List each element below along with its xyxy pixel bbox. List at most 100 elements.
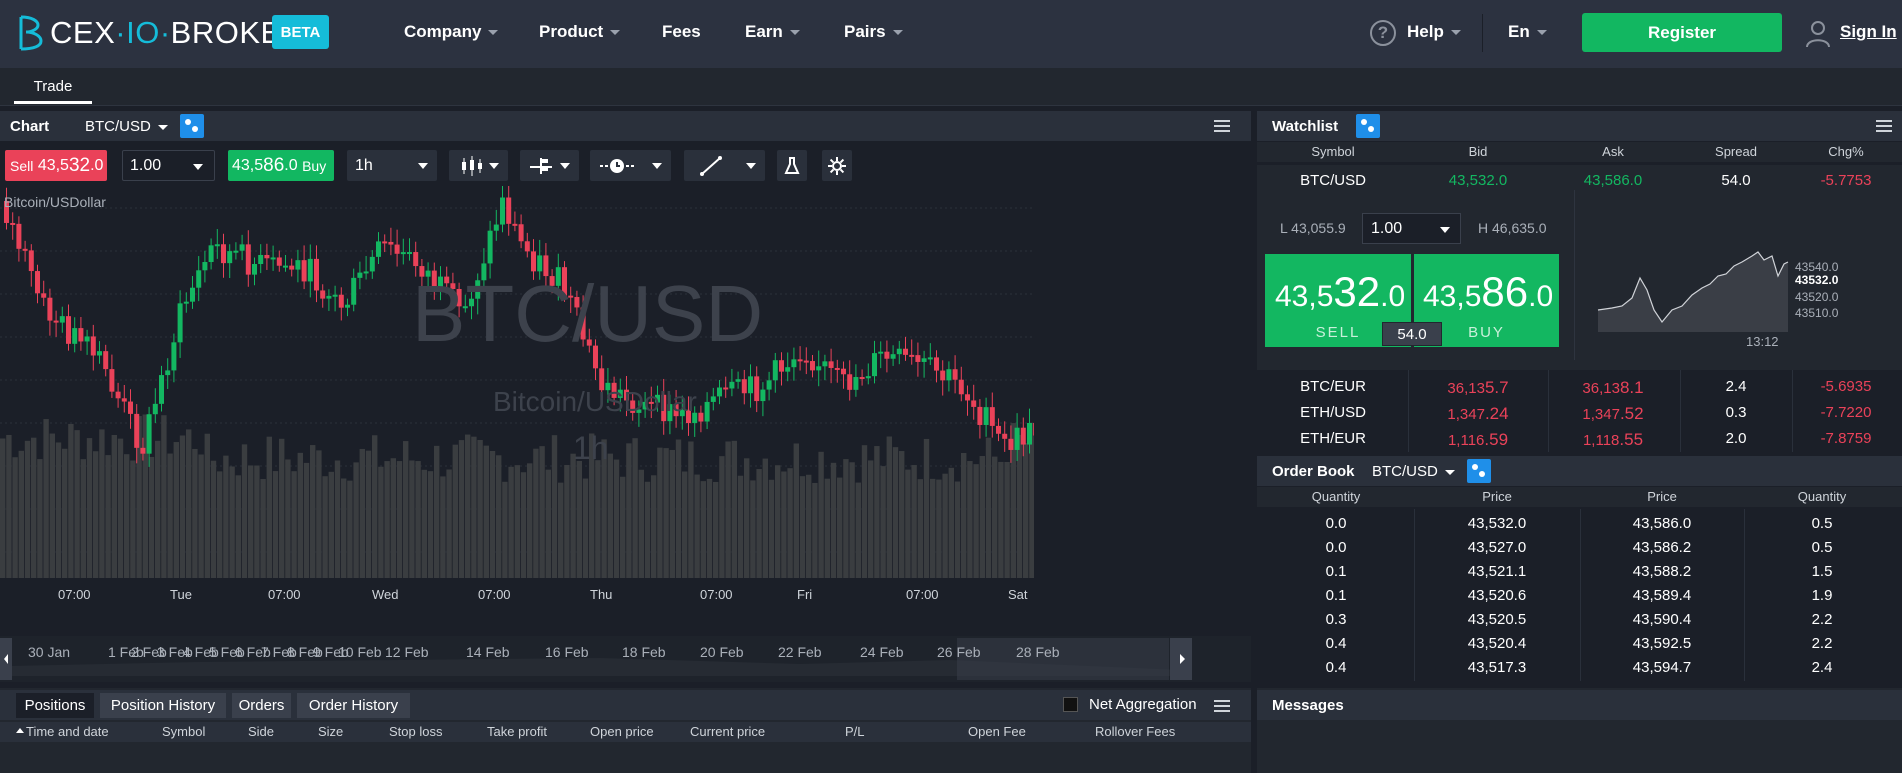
candle (698, 412, 704, 422)
volume-bar (1023, 443, 1029, 578)
orderbook-symbol-select[interactable]: BTC/USD (1372, 463, 1455, 480)
watchlist-quantity-input[interactable]: 1.00 (1362, 213, 1461, 244)
navigator-date-label: 26 Feb (937, 644, 981, 660)
candle (884, 351, 890, 359)
net-aggregation-checkbox[interactable] (1063, 697, 1078, 712)
chart-settings-button[interactable] (822, 150, 852, 181)
volume-bar (942, 473, 948, 578)
time-tick-label: 07:00 (58, 587, 91, 602)
col-time-and-date[interactable]: Time and date (26, 724, 109, 739)
col-spread[interactable]: Spread (1680, 144, 1792, 159)
watchlist-menu-icon[interactable] (1876, 120, 1892, 132)
watchlist-row[interactable]: ETH/USD 1,347.24 1,347.52 0.3 -7.7220 (1258, 399, 1898, 425)
col-open-fee[interactable]: Open Fee (968, 724, 1026, 739)
candle (128, 401, 133, 414)
tab-order-history[interactable]: Order History (297, 693, 410, 718)
candle (196, 270, 202, 288)
chart-title: Chart (10, 118, 50, 135)
volume-bar (514, 465, 520, 578)
col-side[interactable]: Side (248, 724, 274, 739)
navigator-window[interactable] (957, 638, 1169, 680)
chart-sell-button[interactable]: Sell 43,5 32.0 (5, 150, 107, 181)
nav-fees[interactable]: Fees (662, 22, 701, 42)
candle (983, 407, 989, 425)
help-icon[interactable]: ? (1370, 20, 1396, 46)
orderbook-row[interactable]: 0.4 43,517.3 43,594.7 2.4 (1258, 656, 1898, 680)
chart-type-select[interactable] (449, 150, 508, 181)
chart-quantity-input[interactable]: 1.00 (122, 150, 215, 181)
col-p-l[interactable]: P/L (845, 724, 865, 739)
col-bid[interactable]: Bid (1408, 144, 1548, 159)
volume-bar (24, 440, 31, 578)
nav-earn[interactable]: Earn (745, 22, 800, 42)
candle (1027, 422, 1032, 445)
link-group-icon[interactable] (1356, 114, 1380, 138)
indicators-select[interactable] (520, 150, 579, 181)
orderbook-row[interactable]: 0.0 43,532.0 43,586.0 0.5 (1258, 512, 1898, 536)
watchlist-row[interactable]: BTC/EUR 36,135.7 36,138.1 2.4 -5.6935 (1258, 373, 1898, 399)
volume-bar (830, 462, 837, 578)
mini-tick-label: 43532.0 (1795, 273, 1839, 287)
tab-trade[interactable]: Trade (14, 78, 92, 104)
nav-help[interactable]: Help (1407, 22, 1461, 42)
price-chart-area[interactable]: 52000.051000.050000.049000.048000.047000… (0, 186, 1034, 608)
link-group-icon[interactable] (180, 114, 204, 138)
volume-bar (669, 449, 675, 578)
orderbook-row[interactable]: 0.4 43,520.4 43,592.5 2.2 (1258, 632, 1898, 656)
nav-company[interactable]: Company (404, 22, 499, 42)
orderbook-row[interactable]: 0.0 43,527.0 43,586.2 0.5 (1258, 536, 1898, 560)
tab-orders[interactable]: Orders (232, 693, 291, 718)
orderbook-row[interactable]: 0.3 43,520.5 43,590.4 2.2 (1258, 608, 1898, 632)
col-take-profit[interactable]: Take profit (487, 724, 547, 739)
flask-icon (784, 156, 800, 174)
col-chg[interactable]: Chg% (1792, 144, 1900, 159)
orderbook-row[interactable]: 0.1 43,520.6 43,589.4 1.9 (1258, 584, 1898, 608)
col-symbol[interactable]: Symbol (1258, 144, 1408, 159)
drawing-tools-select[interactable] (590, 150, 671, 181)
volume-bar (409, 460, 415, 578)
register-button[interactable]: Register (1582, 13, 1782, 52)
volume-bar (0, 438, 6, 578)
candle (90, 336, 96, 356)
nav-product[interactable]: Product (539, 22, 621, 42)
timeframe-select[interactable]: 1h (347, 150, 437, 181)
candle (326, 295, 332, 299)
volume-bar (855, 482, 861, 578)
orderbook-row[interactable]: 0.1 43,521.1 43,588.2 1.5 (1258, 560, 1898, 584)
volume-bar (936, 479, 942, 578)
candle (791, 359, 797, 368)
chart-menu-icon[interactable] (1214, 120, 1230, 132)
col-rollover-fees[interactable]: Rollover Fees (1095, 724, 1175, 739)
col-ask[interactable]: Ask (1548, 144, 1678, 159)
col-symbol[interactable]: Symbol (162, 724, 205, 739)
chart-buy-button[interactable]: 43,5 86.0 Buy (228, 150, 334, 181)
nav-pairs[interactable]: Pairs (844, 22, 903, 42)
volume-bar (818, 451, 824, 578)
chart-navigator[interactable]: 30 Jan 1 Feb2 Feb3 Feb4 Feb5 Feb6 Feb7 Fe… (0, 636, 1251, 682)
line-tool-select[interactable] (684, 150, 765, 181)
watchlist-row-btcusd[interactable]: BTC/USD 43,532.0 43,586.0 54.0 -5.7753 (1258, 167, 1898, 193)
col-open-price[interactable]: Open price (590, 724, 654, 739)
volume-bar (217, 471, 223, 578)
col-stop-loss[interactable]: Stop loss (389, 724, 442, 739)
orderbook-cell: 2.2 (1811, 611, 1833, 628)
candle (16, 223, 22, 249)
chart-symbol-select[interactable]: BTC/USD (85, 118, 168, 135)
watchlist-row[interactable]: ETH/EUR 1,116.59 1,118.55 2.0 -7.8759 (1258, 425, 1898, 451)
candle (283, 265, 288, 268)
orderbook-cell: 43,517.3 (1467, 659, 1527, 676)
flask-button[interactable] (777, 150, 807, 181)
positions-menu-icon[interactable] (1214, 700, 1230, 712)
col-bid-price: Price (1482, 489, 1512, 504)
volume-bar (843, 459, 849, 578)
language-select[interactable]: En (1508, 22, 1547, 42)
col-size[interactable]: Size (318, 724, 343, 739)
col-current-price[interactable]: Current price (690, 724, 765, 739)
cexio-broker-logo[interactable]: CEX·IO·BROKER (18, 14, 305, 52)
gear-icon (828, 156, 846, 175)
tab-positions[interactable]: Positions (16, 693, 94, 718)
candle (295, 260, 301, 270)
tab-position-history[interactable]: Position History (100, 693, 226, 718)
link-group-icon[interactable] (1467, 459, 1491, 483)
sign-in-link[interactable]: Sign In (1840, 22, 1897, 42)
